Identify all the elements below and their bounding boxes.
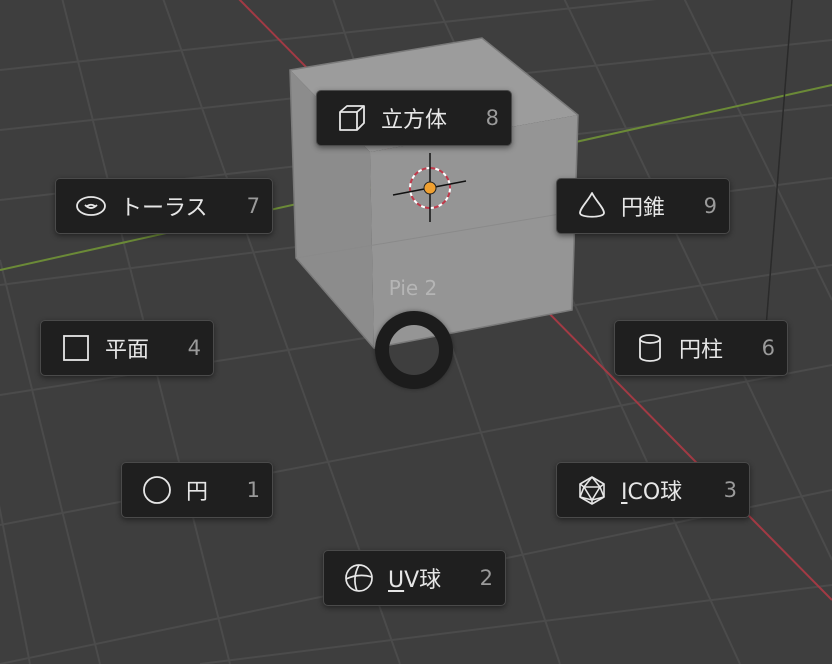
shortcut-key: 1 xyxy=(246,478,260,502)
shortcut-key: 2 xyxy=(479,566,493,590)
pie-item-cylinder[interactable]: 円柱 6 xyxy=(614,320,788,376)
icosphere-icon xyxy=(575,473,609,507)
uv-sphere-icon xyxy=(342,561,376,595)
shortcut-key: 3 xyxy=(723,478,737,502)
pie-menu-title: Pie 2 xyxy=(388,276,438,300)
pie-item-label: 円 xyxy=(186,480,209,505)
pie-item-cube[interactable]: 立方体 8 xyxy=(316,90,512,146)
3d-viewport[interactable]: Pie 2 立方体 8 トーラス 7 円錐 9 平面 4 円柱 6 円 1 IC… xyxy=(0,0,832,664)
pie-item-label: トーラス xyxy=(120,196,208,221)
cone-icon xyxy=(575,189,609,223)
pie-item-plane[interactable]: 平面 4 xyxy=(40,320,214,376)
cube-icon xyxy=(335,101,369,135)
label-rest: CO球 xyxy=(627,480,683,505)
pie-item-label: UV球 xyxy=(388,562,470,594)
pie-item-circle[interactable]: 円 1 xyxy=(121,462,273,518)
cylinder-icon xyxy=(633,331,667,365)
pie-item-cone[interactable]: 円錐 9 xyxy=(556,178,730,234)
pie-item-uv-sphere[interactable]: UV球 2 xyxy=(323,550,506,606)
pie-menu-center-ring xyxy=(375,311,453,389)
pie-item-label: 立方体 xyxy=(381,108,448,133)
mnemonic-letter: U xyxy=(388,568,405,593)
label-rest: V球 xyxy=(404,568,442,593)
torus-icon xyxy=(74,189,108,223)
pie-item-label: 平面 xyxy=(105,338,150,363)
shortcut-key: 9 xyxy=(703,194,717,218)
pie-item-torus[interactable]: トーラス 7 xyxy=(55,178,273,234)
circle-icon xyxy=(140,473,174,507)
pie-item-label: 円錐 xyxy=(621,196,666,221)
shortcut-key: 6 xyxy=(761,336,775,360)
shortcut-key: 7 xyxy=(246,194,260,218)
shortcut-key: 8 xyxy=(485,106,499,130)
pie-item-label: ICO球 xyxy=(621,474,714,506)
pie-item-icosphere[interactable]: ICO球 3 xyxy=(556,462,750,518)
pie-item-label: 円柱 xyxy=(679,338,724,363)
shortcut-key: 4 xyxy=(187,336,201,360)
plane-icon xyxy=(59,331,93,365)
